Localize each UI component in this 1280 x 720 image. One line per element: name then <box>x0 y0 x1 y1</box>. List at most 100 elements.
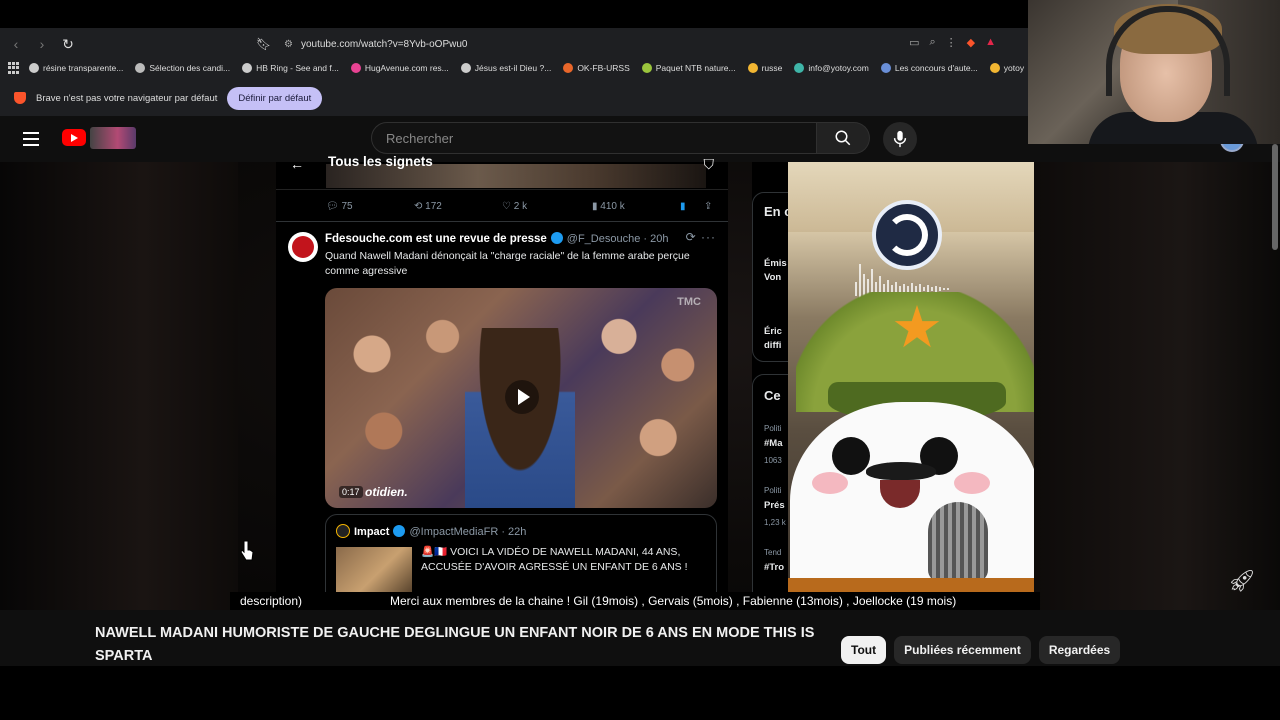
bookmarked-icon: ▮ <box>680 200 686 212</box>
bookmark-favicon-icon <box>747 63 758 73</box>
bookmark-label: résine transparente... <box>43 63 124 73</box>
hand-cursor-icon <box>240 540 254 561</box>
twitter-screen-capture: ← Tous les signets ⛉ 💬︎ 75 ⟲ 172 ♡ 2 k ▮… <box>276 154 728 614</box>
bookmark-label: Sélection des candi... <box>149 63 231 73</box>
mascot-blush <box>812 472 848 494</box>
webcam-overlay <box>1028 0 1280 144</box>
bookmark-favicon-icon <box>641 63 652 73</box>
trend-meta: Tend <box>764 548 782 557</box>
star-icon: ★ <box>891 295 943 360</box>
chip-watched[interactable]: Regardées <box>1038 636 1121 664</box>
address-bar[interactable]: 🔖︎ ⚙ youtube.com/watch?v=8Yvb-oOPwu0 ▭ ⌕… <box>256 32 996 56</box>
bookmark-icon: ⛉ <box>703 156 715 172</box>
set-default-button[interactable]: Définir par défaut <box>227 86 323 110</box>
share-icon[interactable]: ⋮ <box>946 36 957 49</box>
bookmark-label: russe <box>761 63 783 73</box>
youtube-doodle[interactable] <box>90 127 136 149</box>
rocket-icon: 🚀︎ <box>1228 568 1256 593</box>
url-text[interactable]: youtube.com/watch?v=8Yvb-oOPwu0 <box>301 39 467 50</box>
bookmark-item[interactable]: OK-FB-URSS <box>563 63 630 73</box>
bookmark-item[interactable]: Jésus est-il Dieu ?... <box>460 63 552 73</box>
quote-text: 🚨🇫🇷 VOICI LA VIDÉO DE NAWELL MADANI, 44 … <box>421 546 688 573</box>
presenter-image <box>465 328 575 508</box>
back-arrow-icon: ← <box>290 156 304 172</box>
view-count: ▮ 410 k <box>592 200 625 212</box>
address-actions: ▭ ⌕ ⋮ ◆ ▲ <box>909 36 996 49</box>
twitter-header-title: Tous les signets <box>328 154 433 169</box>
infobar-message: Brave n'est pas votre navigateur par déf… <box>36 92 218 104</box>
video-info-bar: NAWELL MADANI HUMORISTE DE GAUCHE DEGLIN… <box>0 610 1280 666</box>
bookmark-item[interactable]: HB Ring - See and f... <box>242 63 339 73</box>
bookmark-item[interactable]: résine transparente... <box>29 63 123 73</box>
bookmark-item[interactable]: info@yotoy.com <box>794 63 869 73</box>
bookmark-label: Jésus est-il Dieu ?... <box>474 63 552 73</box>
video-right-backdrop <box>1034 162 1280 610</box>
bookmark-label: info@yotoy.com <box>808 63 869 73</box>
tweet-handle: @F_Desouche · 20h <box>566 233 669 245</box>
bookmark-label: Les concours d'aute... <box>894 63 978 73</box>
voice-search-button[interactable] <box>883 122 917 156</box>
back-arrow-icon[interactable]: ‹ <box>6 34 26 54</box>
bookmark-favicon-icon <box>880 63 891 73</box>
trend-count: 1063 <box>764 456 782 465</box>
video-time: 0:17 <box>339 486 363 498</box>
bookmark-label: yotoy <box>1003 63 1025 73</box>
quote-author: Impact <box>354 526 390 538</box>
quote-author-line: Impact @ImpactMediaFR · 22h <box>336 524 526 538</box>
bookmark-item[interactable]: Les concours d'aute... <box>880 63 978 73</box>
show-logo: otidien. <box>365 485 408 499</box>
bookmark-item[interactable]: yotoy <box>989 63 1025 73</box>
site-settings-icon[interactable]: ⚙ <box>284 39 293 50</box>
sidebar-item: Émis <box>764 258 787 269</box>
chip-all[interactable]: Tout <box>841 636 887 664</box>
video-title: NAWELL MADANI HUMORISTE DE GAUCHE DEGLIN… <box>95 625 815 664</box>
bookmark-icon[interactable]: 🔖︎ <box>256 37 271 51</box>
brave-logo-icon <box>14 92 26 104</box>
brave-rewards-icon[interactable]: ▲ <box>985 36 996 49</box>
more-icon: ⟳ ··· <box>685 230 716 244</box>
search-box[interactable] <box>371 122 817 154</box>
bookmark-favicon-icon <box>29 63 39 73</box>
bookmark-item[interactable]: Sélection des candi... <box>135 63 230 73</box>
zoom-icon[interactable]: ⌕ <box>929 36 935 49</box>
reload-icon[interactable]: ↻ <box>58 34 78 54</box>
tweet: Fdesouche.com est une revue de presse @F_… <box>276 222 728 614</box>
bookmark-favicon-icon <box>563 63 574 73</box>
trend-tag: #Ma <box>764 438 783 449</box>
bookmark-item[interactable]: russe <box>747 63 783 73</box>
trend-tag: Prés <box>764 500 785 511</box>
related-filter-chips: Tout Publiées récemment Regardées <box>841 636 1121 664</box>
sidebar-section-title: Ce <box>764 388 781 403</box>
tweet-text: Quand Nawell Madani dénonçait la "charge… <box>325 250 690 277</box>
tweet-author: Fdesouche.com est une revue de presse <box>325 233 547 245</box>
menu-icon[interactable] <box>23 132 39 146</box>
bookmark-label: Paquet NTB nature... <box>655 63 736 73</box>
brave-shield-icon[interactable]: ◆ <box>967 36 975 49</box>
bookmark-label: HB Ring - See and f... <box>256 63 339 73</box>
bookmarks-bar: résine transparente... Sélection des cand… <box>0 56 1030 80</box>
bookmark-item[interactable]: Paquet NTB nature... <box>641 63 736 73</box>
bookmark-label: OK-FB-URSS <box>577 63 630 73</box>
page-scrollbar[interactable] <box>1272 144 1278 250</box>
reply-count: 💬︎ 75 <box>326 200 353 212</box>
screen: ‹ › ↻ 🔖︎ ⚙ youtube.com/watch?v=8Yvb-oOPw… <box>0 0 1280 720</box>
search-input[interactable] <box>386 130 816 146</box>
chip-recent[interactable]: Publiées récemment <box>894 636 1031 664</box>
bookmark-favicon-icon <box>350 63 361 73</box>
like-count: ♡ 2 k <box>502 200 528 212</box>
youtube-logo-icon[interactable] <box>62 129 86 146</box>
mascot-eye <box>832 437 870 475</box>
forward-arrow-icon[interactable]: › <box>32 34 52 54</box>
bookmark-favicon-icon <box>135 63 146 73</box>
bookmark-label: HugAvenue.com res... <box>364 63 449 73</box>
quote-handle: @ImpactMediaFR · 22h <box>409 526 527 538</box>
share-icon: ⇪ <box>704 200 713 212</box>
apps-grid-icon[interactable] <box>8 62 19 74</box>
tweet-video: TMC 0:17 otidien. <box>325 288 717 508</box>
cast-icon[interactable]: ▭ <box>909 36 919 49</box>
bookmarks-list: résine transparente... Sélection des cand… <box>29 63 1030 73</box>
repost-count: ⟲ 172 <box>414 200 442 212</box>
trend-tag: #Tro <box>764 562 785 573</box>
bookmark-item[interactable]: HugAvenue.com res... <box>350 63 449 73</box>
search-button[interactable] <box>817 122 870 154</box>
